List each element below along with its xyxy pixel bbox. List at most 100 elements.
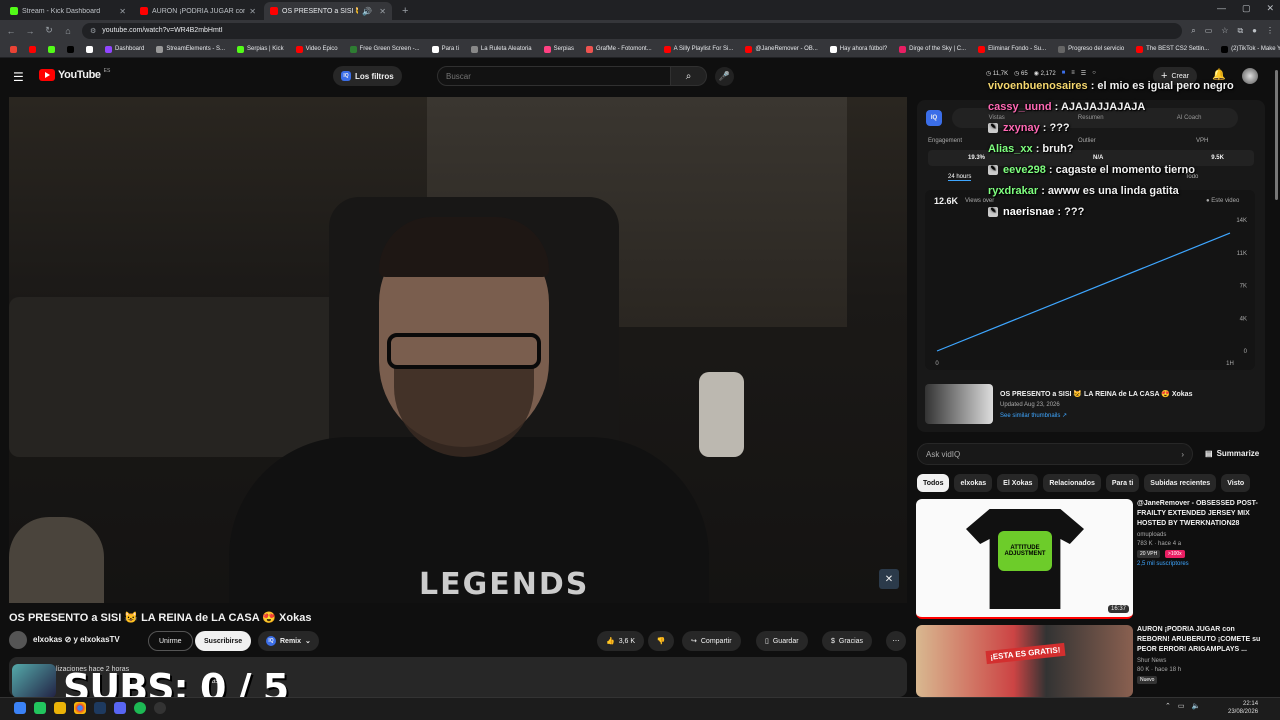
browser-tab[interactable]: AURON ¡PODRIA JUGAR con R ✕ xyxy=(134,2,262,20)
bookmark-item[interactable] xyxy=(80,42,99,56)
bookmark-item[interactable]: Progreso del servicio xyxy=(1052,42,1130,56)
browser-tab-active[interactable]: OS PRESENTO a SISI 🐱 LA 🔊 ✕ xyxy=(264,2,392,20)
bookmark-item[interactable]: The BEST CS2 Settin... xyxy=(1130,42,1215,56)
bookmark-item[interactable] xyxy=(4,42,23,56)
video-title[interactable]: AURON ¡PODRIA JUGAR con REBORN! ARUBERUT… xyxy=(1137,625,1265,655)
bookmark-item[interactable]: Free Green Screen -... xyxy=(344,42,426,56)
summarize-button[interactable]: ▤ Summarize xyxy=(1205,449,1259,458)
windows-start-icon[interactable] xyxy=(14,702,26,714)
filter-chip[interactable]: Para ti xyxy=(1105,474,1140,492)
bookmark-item[interactable]: @JaneRemover - OB... xyxy=(739,42,823,56)
video-player[interactable]: LEGENDS xyxy=(9,97,907,603)
filter-chip[interactable]: Todos xyxy=(917,474,950,492)
reload-icon[interactable]: ↻ xyxy=(44,25,54,36)
close-window-icon[interactable]: ✕ xyxy=(1266,3,1274,14)
filter-chip[interactable]: elxokas xyxy=(954,474,993,492)
bookmark-item[interactable]: A Silly Playlist For Si... xyxy=(658,42,740,56)
bookmark-item[interactable]: La Ruleta Aleatoria xyxy=(465,42,538,56)
bookmark-item[interactable] xyxy=(61,42,80,56)
vidiq-tool-icon[interactable]: ■ xyxy=(1062,70,1066,77)
subscribe-button[interactable]: Suscribirse xyxy=(195,631,252,651)
obs-icon[interactable] xyxy=(154,702,166,714)
remix-button[interactable]: IQ Remix ⌄ xyxy=(258,631,319,651)
close-icon[interactable]: ✕ xyxy=(119,7,126,16)
bookmark-item[interactable]: Hay ahora fútbol? xyxy=(824,42,893,56)
zoom-icon[interactable]: ⌕ xyxy=(1191,26,1195,36)
minimize-icon[interactable]: — xyxy=(1217,3,1226,14)
channel-name[interactable]: elxokas ⊘ y elxokasTV xyxy=(33,635,120,644)
audio-icon[interactable]: 🔊 xyxy=(362,7,372,16)
discord-icon[interactable] xyxy=(114,702,126,714)
voice-search-button[interactable]: 🎤 xyxy=(715,67,734,86)
bookmark-item[interactable]: Video Epico xyxy=(290,42,344,56)
more-actions-button[interactable]: ⋯ xyxy=(886,631,906,651)
filter-chip[interactable]: Relacionados xyxy=(1043,474,1101,492)
extensions-icon[interactable]: ⧉ xyxy=(1237,26,1243,36)
volume-icon[interactable]: 🔈 xyxy=(1192,702,1201,710)
file-explorer-icon[interactable] xyxy=(54,702,66,714)
home-icon[interactable]: ⌂ xyxy=(63,26,73,36)
ask-vidiq-input[interactable]: Ask vidIQ › xyxy=(917,443,1193,465)
bookmark-item[interactable]: (2)TikTok - Make Yo... xyxy=(1215,42,1280,56)
maximize-icon[interactable]: ▢ xyxy=(1242,3,1251,14)
filter-chip[interactable]: Subidas recientes xyxy=(1144,474,1217,492)
bookmark-item[interactable]: Para ti xyxy=(426,42,465,56)
scrollbar-thumb[interactable] xyxy=(1275,70,1278,200)
vidiq-logo[interactable]: IQ xyxy=(926,110,942,126)
user-icon[interactable]: ○ xyxy=(1092,70,1096,77)
forward-icon[interactable]: → xyxy=(25,26,35,36)
bookmark-item[interactable]: Serpias xyxy=(538,42,580,56)
steam-icon[interactable] xyxy=(94,702,106,714)
channel-name[interactable]: omuploads xyxy=(1137,532,1265,538)
recommended-video[interactable]: ¡ESTA ES GRATIS! AURON ¡PODRIA JUGAR con… xyxy=(916,625,1266,697)
bookmark-star-icon[interactable]: ☆ xyxy=(1221,26,1228,35)
join-button[interactable]: Unirme xyxy=(148,631,193,651)
dislike-button[interactable]: 👎 xyxy=(648,631,674,651)
menu-icon[interactable]: ⋮ xyxy=(1266,26,1274,35)
list-icon[interactable]: ☰ xyxy=(1081,70,1086,77)
app-icon[interactable] xyxy=(34,702,46,714)
similar-thumbnails-link[interactable]: See similar thumbnails ↗ xyxy=(1000,412,1067,419)
bookmark-item[interactable]: Serpias | Kick xyxy=(231,42,290,56)
share-button[interactable]: ↪ Compartir xyxy=(682,631,741,651)
bookmark-item[interactable]: Dashboard xyxy=(99,42,150,56)
taskbar-clock[interactable]: 22:14 23/08/2026 xyxy=(1228,700,1258,716)
like-button[interactable]: 👍 3,6 K xyxy=(597,631,645,651)
tab-24-hours[interactable]: 24 hours xyxy=(948,174,972,181)
bookmark-item[interactable]: StreamElements - S... xyxy=(150,42,231,56)
channel-avatar[interactable] xyxy=(9,631,27,649)
site-info-icon[interactable]: ⚙ xyxy=(90,27,96,35)
video-overlay-icon[interactable]: ✕ xyxy=(879,569,899,589)
browser-tab[interactable]: Stream - Kick Dashboard ✕ xyxy=(4,2,132,20)
cast-icon[interactable]: ▭ xyxy=(1205,26,1213,35)
thanks-button[interactable]: $ Gracias xyxy=(822,631,873,651)
back-icon[interactable]: ← xyxy=(6,26,16,36)
profile-icon[interactable]: ● xyxy=(1252,26,1257,35)
save-button[interactable]: ▯ Guardar xyxy=(756,631,808,651)
close-icon[interactable]: ✕ xyxy=(379,7,386,16)
chrome-icon[interactable] xyxy=(74,702,86,714)
bookmark-item[interactable] xyxy=(42,42,61,56)
bookmark-item[interactable] xyxy=(23,42,42,56)
bookmark-item[interactable]: GrafMe - Fotomont... xyxy=(580,42,658,56)
video-title[interactable]: @JaneRemover - OBSESSED POST-FRAILTY EXT… xyxy=(1137,499,1265,529)
filter-chip[interactable]: El Xokas xyxy=(997,474,1039,492)
video-thumbnail[interactable]: ¡ESTA ES GRATIS! xyxy=(916,625,1133,697)
network-icon[interactable]: ▭ xyxy=(1178,702,1185,710)
filter-chip[interactable]: Visto xyxy=(1221,474,1251,492)
spotify-icon[interactable] xyxy=(134,702,146,714)
url-field[interactable]: ⚙ youtube.com/watch?v=WR4B2mbHmtI xyxy=(82,22,1183,39)
new-tab-button[interactable]: + xyxy=(394,2,416,20)
recommended-video[interactable]: ATTITUDE ADJUSTMENT 16:37 @JaneRemover -… xyxy=(916,499,1266,621)
filters-button[interactable]: IQ Los filtros xyxy=(333,66,402,86)
close-icon[interactable]: ✕ xyxy=(249,7,256,16)
chart-icon[interactable]: ≡ xyxy=(1071,70,1075,77)
video-thumbnail[interactable]: ATTITUDE ADJUSTMENT 16:37 xyxy=(916,499,1133,619)
tray-arrow-icon[interactable]: ⌃ xyxy=(1165,702,1171,710)
send-icon[interactable]: › xyxy=(1181,450,1184,459)
hamburger-menu-icon[interactable]: ☰ xyxy=(13,70,24,84)
search-button[interactable]: ⌕ xyxy=(671,66,707,86)
youtube-logo[interactable]: YouTube ES xyxy=(39,68,110,81)
search-input[interactable] xyxy=(437,66,671,86)
bookmark-item[interactable]: Dirge of the Sky | C... xyxy=(893,42,972,56)
